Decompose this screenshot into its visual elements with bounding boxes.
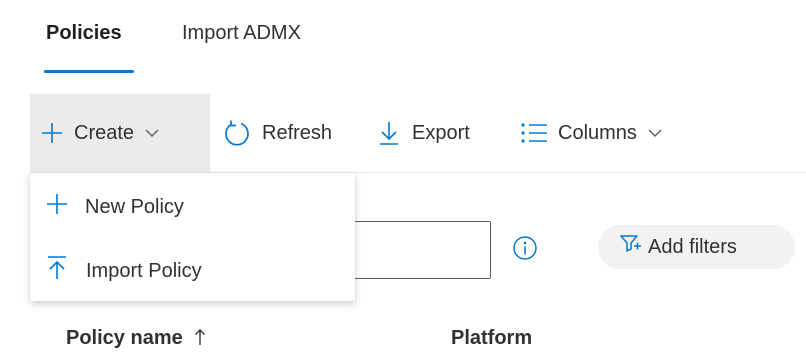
column-header-platform[interactable]: Platform — [451, 327, 532, 350]
columns-button[interactable]: Columns — [520, 94, 663, 172]
menu-item-label: New Policy — [85, 195, 184, 218]
create-label: Create — [74, 121, 135, 144]
menu-item-import-policy[interactable]: Import Policy — [30, 239, 355, 303]
list-icon — [520, 122, 548, 144]
create-menu: New Policy Import Policy — [30, 173, 355, 301]
export-button[interactable]: Export — [378, 94, 470, 172]
column-header-label: Policy name — [66, 327, 183, 349]
add-filters-button[interactable]: Add filters — [598, 225, 795, 269]
sort-ascending-icon — [194, 328, 206, 352]
create-button[interactable]: Create — [30, 94, 210, 172]
plus-icon — [40, 121, 64, 145]
filter-icon — [620, 234, 642, 260]
menu-item-label: Import Policy — [86, 259, 202, 282]
refresh-button[interactable]: Refresh — [222, 94, 332, 172]
tab-policies[interactable]: Policies — [46, 22, 122, 45]
refresh-icon — [222, 118, 252, 148]
add-filters-label: Add filters — [648, 235, 737, 258]
chevron-down-icon — [144, 125, 160, 141]
download-icon — [378, 120, 400, 146]
search-input[interactable] — [355, 221, 491, 279]
upload-icon — [46, 255, 68, 287]
columns-label: Columns — [558, 121, 637, 144]
tab-import-admx[interactable]: Import ADMX — [182, 22, 301, 45]
chevron-down-icon — [647, 125, 663, 141]
menu-item-new-policy[interactable]: New Policy — [30, 175, 355, 239]
active-tab-indicator — [44, 70, 134, 73]
plus-icon — [45, 192, 69, 222]
info-icon[interactable] — [512, 235, 538, 266]
refresh-label: Refresh — [262, 121, 333, 144]
export-label: Export — [412, 121, 470, 144]
column-header-policy-name[interactable]: Policy name — [66, 327, 206, 352]
